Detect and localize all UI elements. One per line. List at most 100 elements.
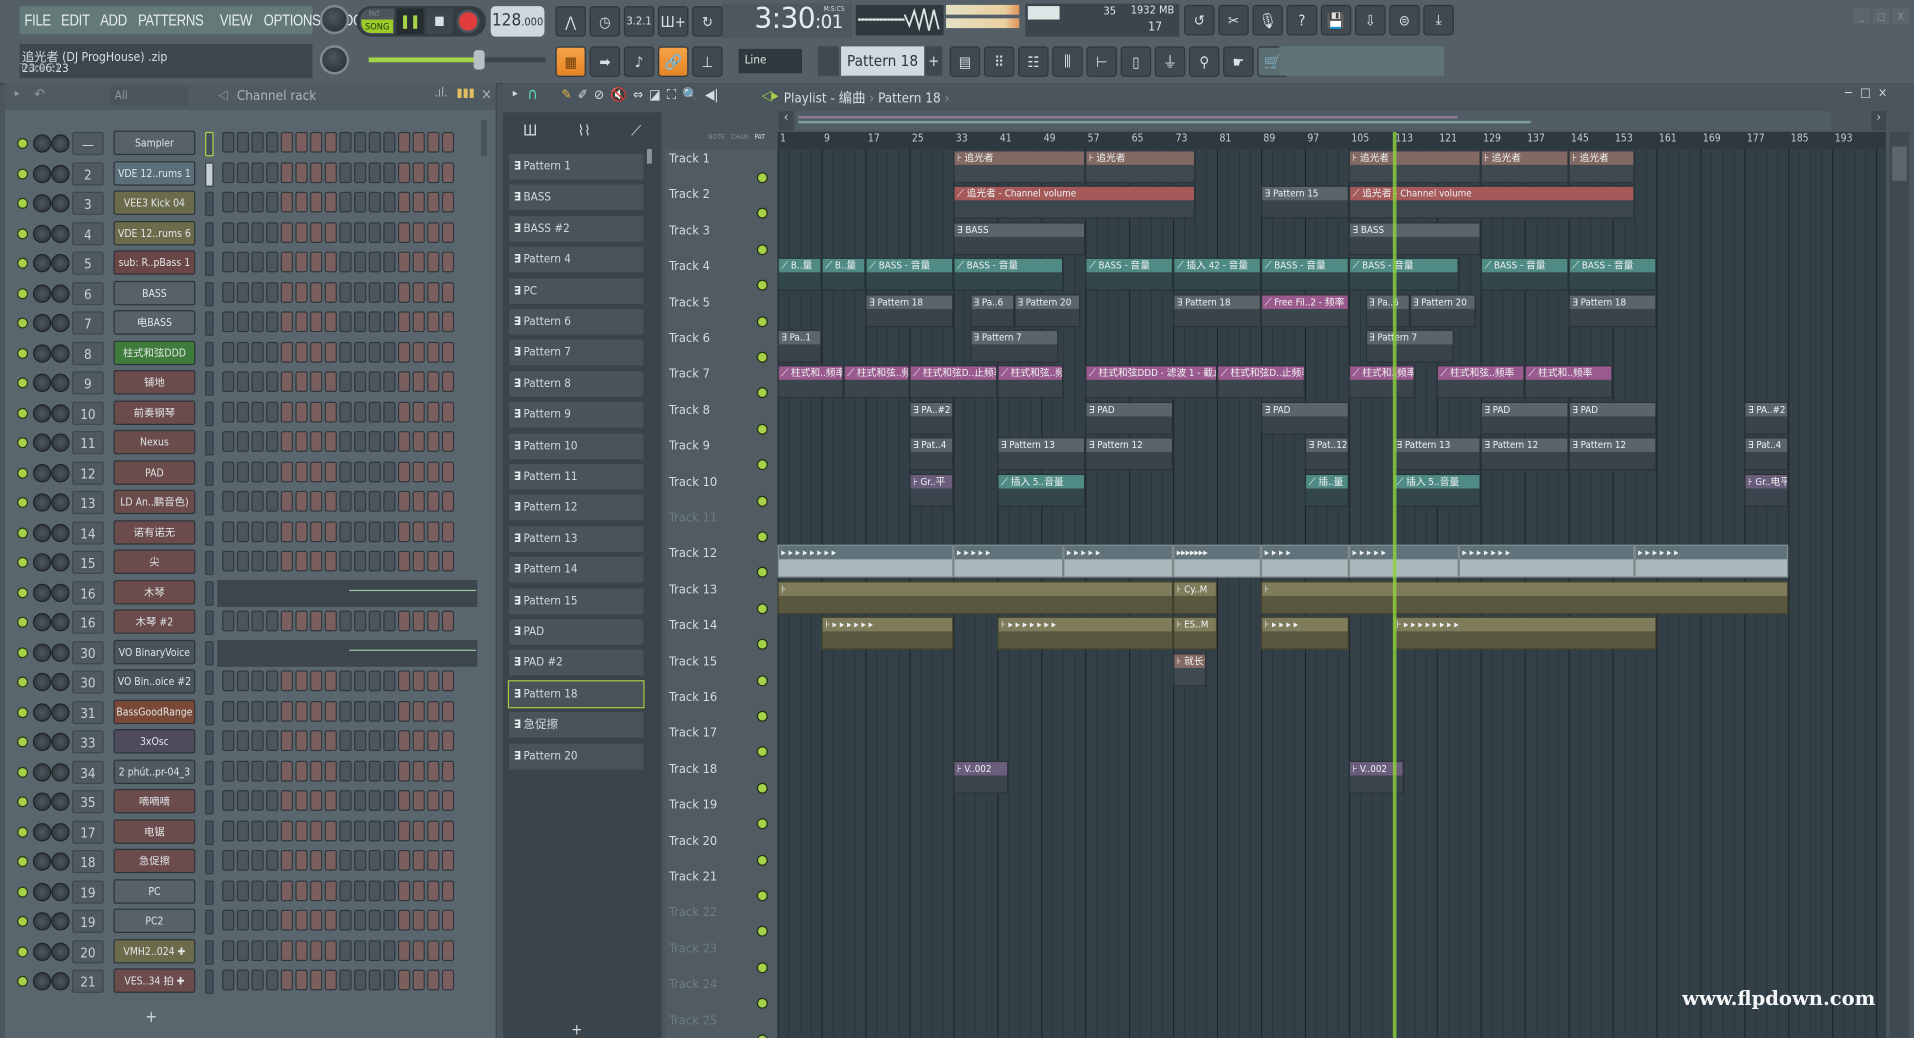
track-header[interactable]: Track 10 — [665, 472, 772, 507]
step-button[interactable] — [295, 550, 308, 572]
step-button[interactable] — [383, 490, 396, 512]
step-button[interactable] — [251, 161, 264, 183]
channel-select-indicator[interactable] — [205, 640, 214, 665]
channel-enable-led[interactable] — [17, 945, 29, 957]
channel-enable-led[interactable] — [17, 377, 29, 389]
channel-pan-knob[interactable] — [32, 283, 52, 303]
step-button[interactable] — [310, 550, 323, 572]
step-button[interactable] — [280, 131, 293, 153]
channel-volume-knob[interactable] — [51, 613, 70, 632]
graph-editor-icon[interactable]: .ıl. — [435, 87, 448, 100]
step-button[interactable] — [427, 520, 440, 542]
track-header[interactable]: Track 11 — [665, 508, 772, 543]
step-button[interactable] — [427, 730, 440, 752]
step-button[interactable] — [354, 401, 367, 422]
step-button[interactable] — [427, 131, 440, 153]
channel-enable-led[interactable] — [17, 586, 29, 598]
step-button[interactable] — [222, 520, 235, 542]
playlist-clip[interactable]: ∃ PA..#2 — [1744, 401, 1789, 435]
step-button[interactable] — [310, 820, 323, 841]
rack-undo-icon[interactable]: ↶ — [34, 85, 45, 102]
channel-volume-knob[interactable] — [51, 642, 70, 662]
step-button[interactable] — [236, 341, 250, 363]
channel-pan-knob[interactable] — [32, 254, 52, 273]
pattern-list-item[interactable]: ∃ Pattern 9 — [509, 402, 644, 428]
channel-enable-led[interactable] — [17, 197, 29, 209]
track-mute-led[interactable] — [756, 674, 768, 686]
channel-name-button[interactable]: 嘀嘀嘀 — [113, 788, 196, 814]
step-button[interactable] — [280, 341, 293, 363]
paint-icon[interactable]: ✐ — [578, 87, 588, 104]
scroll-left-button[interactable]: ‹ — [778, 111, 794, 131]
master-volume-thumb[interactable] — [473, 50, 485, 70]
delete-icon[interactable]: ⊘ — [594, 87, 604, 104]
track-header[interactable]: Track 15 — [665, 652, 772, 687]
step-button[interactable] — [427, 820, 440, 841]
track-mute-led[interactable] — [756, 638, 768, 650]
step-button[interactable] — [324, 251, 337, 273]
channel-volume-knob[interactable] — [51, 313, 70, 333]
step-button[interactable] — [295, 700, 308, 722]
channel-volume-knob[interactable] — [51, 463, 70, 482]
channel-select-indicator[interactable] — [205, 610, 214, 636]
step-button[interactable] — [324, 820, 337, 841]
arrow-button[interactable]: ➡ — [589, 46, 621, 77]
step-button[interactable] — [427, 969, 440, 991]
step-button[interactable] — [339, 341, 352, 363]
channel-volume-knob[interactable] — [51, 852, 70, 871]
playlist-clip[interactable]: ▸ ▸ ▸ ▸ ▸ ▸ ▸ — [1458, 545, 1635, 579]
step-button[interactable] — [310, 520, 323, 542]
step-button[interactable] — [236, 520, 250, 542]
step-button[interactable] — [427, 341, 440, 363]
step-button[interactable] — [354, 191, 367, 213]
step-button[interactable] — [222, 221, 235, 243]
playlist-clip[interactable]: ⊦ 追光者 — [1480, 150, 1569, 184]
step-button[interactable] — [222, 490, 235, 512]
channel-pan-knob[interactable] — [32, 702, 52, 722]
step-button[interactable] — [339, 730, 352, 752]
step-button[interactable] — [368, 371, 381, 393]
project-button[interactable]: ▯ — [1120, 46, 1152, 77]
step-button[interactable] — [310, 490, 323, 512]
step-button[interactable] — [412, 939, 425, 961]
step-button[interactable] — [397, 610, 411, 632]
step-button[interactable] — [251, 311, 264, 333]
step-button[interactable] — [427, 401, 440, 422]
pattern-selector-value[interactable]: Pattern 18 — [841, 46, 925, 76]
snap-selector[interactable]: Line — [738, 48, 802, 74]
step-button[interactable] — [412, 760, 425, 781]
track-mute-led[interactable] — [756, 495, 768, 507]
track-header[interactable]: Track 18 — [665, 759, 772, 794]
step-button[interactable] — [266, 909, 279, 931]
channel-volume-knob[interactable] — [51, 822, 70, 841]
channel-mixer-track[interactable]: 6 — [72, 281, 104, 305]
channel-enable-led[interactable] — [17, 227, 29, 239]
step-button[interactable] — [280, 461, 293, 482]
step-button[interactable] — [324, 401, 337, 422]
channel-mixer-track[interactable]: 12 — [72, 461, 104, 485]
export-button[interactable]: ⇩ — [1354, 4, 1386, 36]
playlist-mode-button[interactable]: ▦ — [555, 46, 586, 77]
step-button[interactable] — [412, 311, 425, 333]
step-button[interactable] — [236, 490, 250, 512]
picker-scrollbar[interactable] — [646, 148, 652, 164]
track-header[interactable]: Track 5 — [665, 293, 772, 328]
help-button[interactable]: ? — [1286, 4, 1318, 36]
channel-volume-knob[interactable] — [51, 134, 70, 153]
playlist-clip[interactable]: ∃ PAD — [1568, 401, 1657, 435]
channel-mixer-track[interactable]: 30 — [72, 640, 104, 664]
channel-mixer-track[interactable]: 31 — [72, 700, 104, 724]
pattern-list-item[interactable]: ∃ Pattern 7 — [509, 339, 644, 366]
step-button[interactable] — [236, 879, 250, 901]
step-button[interactable] — [368, 221, 381, 243]
step-button[interactable] — [383, 341, 396, 363]
slip-icon[interactable]: ⇔ — [633, 87, 643, 104]
step-button[interactable] — [222, 610, 235, 632]
channel-enable-led[interactable] — [17, 437, 29, 449]
step-button[interactable] — [354, 670, 367, 692]
step-button[interactable] — [222, 371, 235, 393]
add-pattern-list-button[interactable]: + — [571, 1021, 582, 1038]
channel-pan-knob[interactable] — [32, 433, 52, 452]
step-button[interactable] — [324, 670, 337, 692]
step-button[interactable] — [324, 431, 337, 452]
